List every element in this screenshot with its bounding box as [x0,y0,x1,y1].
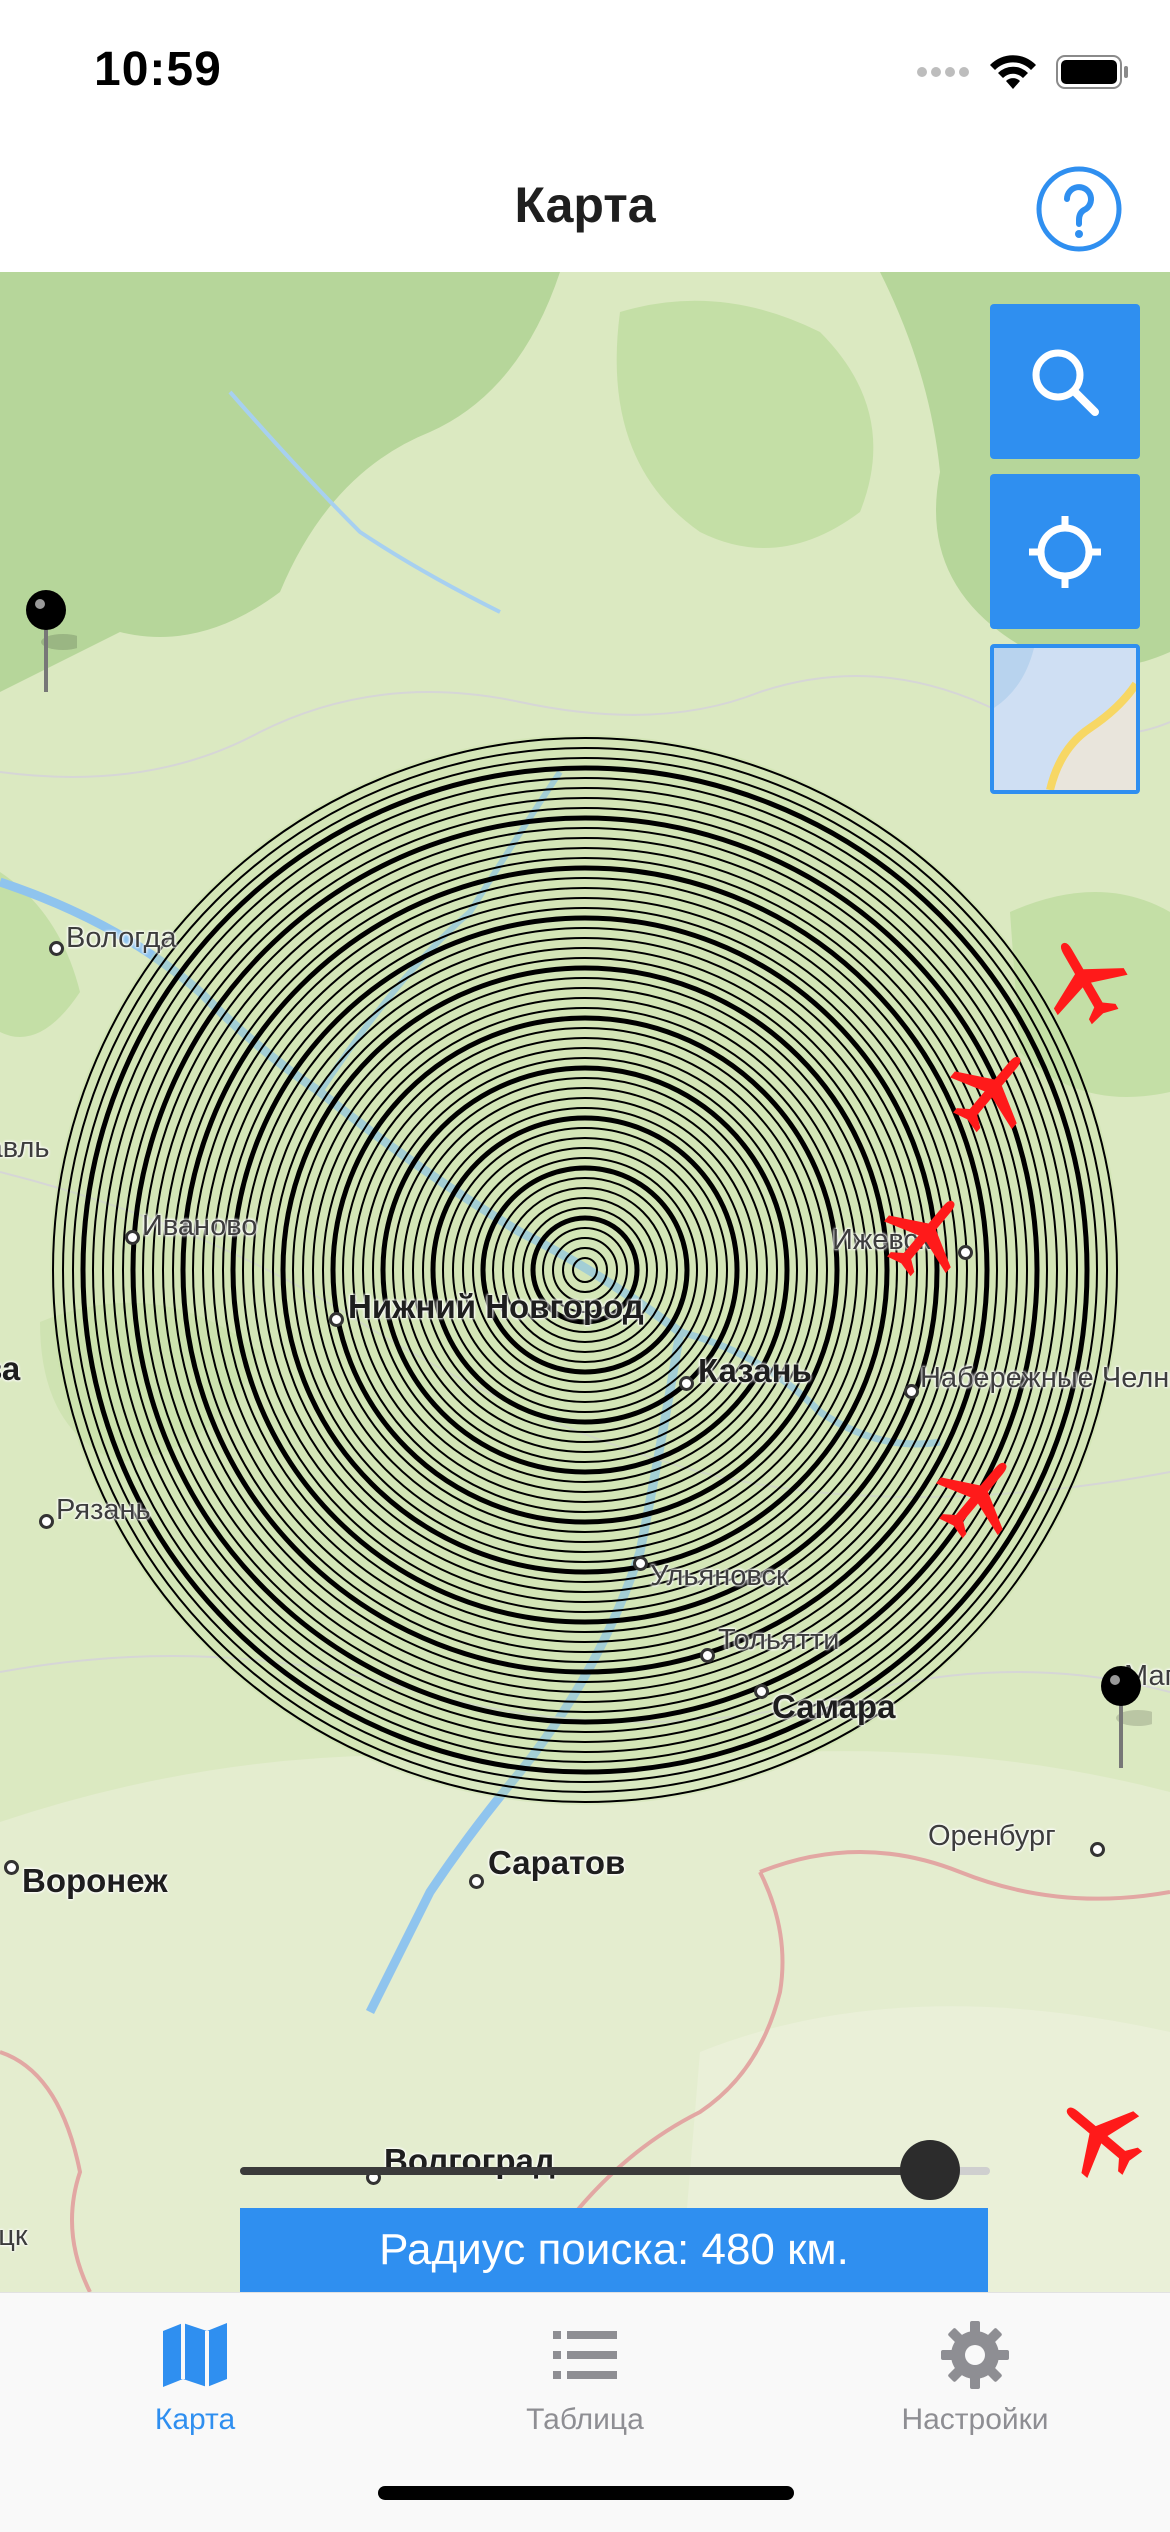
page-title: Карта [514,177,656,233]
map-view[interactable]: Вологда Иваново Нижний Новгород Казань И… [0,272,1170,2292]
status-bar: 10:59 [0,0,1170,140]
city-dot [469,1874,484,1889]
wifi-icon [990,55,1036,89]
city-label-samara: Самара [772,1688,896,1725]
search-icon [1032,349,1099,416]
map-pin[interactable] [17,590,77,700]
tab-table[interactable]: Таблица [390,2315,780,2436]
city-dot [49,941,64,956]
screen: 10:59 Карта Вологда Иваново Нижний Новго… [0,0,1170,2532]
slider-thumb[interactable] [900,2140,960,2200]
cellular-signal-icon [917,67,969,77]
city-label-tolyatti: Тольятти [718,1624,840,1656]
search-button[interactable] [990,304,1140,459]
city-dot [4,1860,19,1875]
city-label-vologda: Вологда [66,922,177,954]
city-dot [329,1312,344,1327]
map-type-button[interactable] [990,644,1140,794]
tab-settings[interactable]: Настройки [780,2315,1170,2436]
city-label-ulyanovsk: Ульяновск [650,1560,789,1592]
help-button[interactable] [1034,164,1124,254]
locate-button[interactable] [990,474,1140,629]
city-label-naberezhnye-chelny: Набережные Челны [920,1362,1170,1394]
battery-icon [1056,55,1128,89]
city-dot [904,1384,919,1399]
city-dot [633,1556,648,1571]
tab-label: Настройки [901,2403,1049,2436]
question-circle-icon [1036,166,1122,252]
map-icon [163,2323,227,2387]
status-icons [916,52,1130,92]
map-thumbnail-icon [994,648,1136,790]
city-dot [39,1514,54,1529]
status-time: 10:59 [94,43,222,96]
city-label-ivanovo: Иваново [142,1210,258,1242]
navigation-bar: Карта [0,140,1170,272]
city-label-donetsk: Донецк [0,2220,28,2252]
search-radius-rings [50,735,1120,1805]
search-radius-label: Радиус поиска: 480 км. [240,2208,988,2292]
city-label-saratov: Саратов [488,1844,626,1881]
tab-label: Карта [154,2403,236,2436]
city-label-ryazan: Рязань [56,1494,151,1526]
list-icon [553,2331,617,2379]
city-label-kazan: Казань [698,1352,812,1389]
city-label-voronezh: Воронеж [22,1862,168,1899]
gear-icon [941,2321,1009,2389]
radius-slider[interactable] [240,2140,990,2200]
home-indicator [378,2486,794,2500]
slider-fill [240,2167,930,2175]
map-pin[interactable] [1092,1666,1152,1776]
crosshair-icon [1029,515,1101,588]
tab-map[interactable]: Карта [0,2315,390,2436]
tab-label: Таблица [526,2403,644,2436]
city-dot [679,1376,694,1391]
city-label-moscow: Москва [0,1350,21,1387]
city-label-orenburg: Оренбург [928,1820,1056,1852]
city-dot [700,1648,715,1663]
city-dot [754,1684,769,1699]
city-label-yaroslavl: Ярославль [0,1132,50,1164]
city-label-nizhny-novgorod: Нижний Новгород [348,1288,644,1325]
city-dot [125,1230,140,1245]
city-dot [1090,1842,1105,1857]
